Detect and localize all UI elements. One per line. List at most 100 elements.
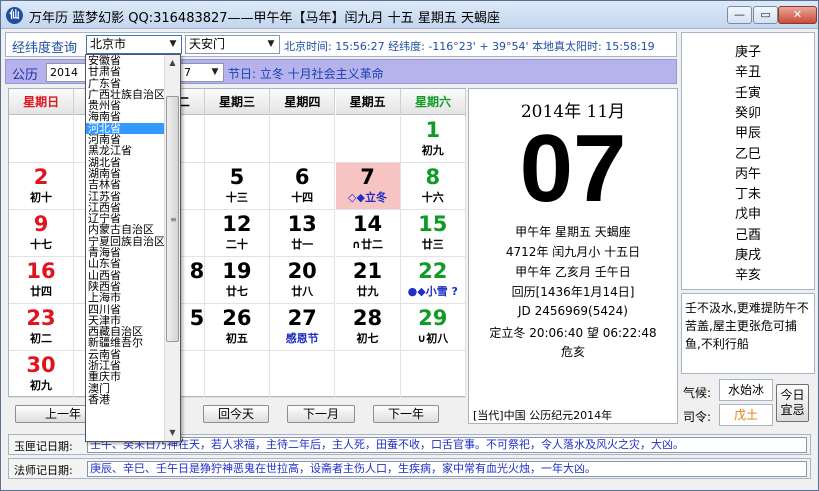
dropdown-option[interactable]: 云南省 bbox=[86, 349, 164, 360]
verse-box: 壬不汲水,更难提防午不苦盖,屋主更张危可捕鱼,不利行船 bbox=[681, 293, 815, 374]
title-bar[interactable]: 仙 万年历 蓝梦幻影 QQ:316483827——甲午年【马年】闰九月 十五 星… bbox=[1, 1, 818, 29]
day-number: 22 bbox=[418, 259, 448, 283]
lunar-day: 廿九 bbox=[356, 285, 379, 298]
dropdown-option[interactable]: 海南省 bbox=[86, 111, 164, 122]
day-cell-empty bbox=[400, 351, 466, 398]
day-number: 15 bbox=[418, 212, 448, 236]
district-select[interactable]: 天安门 ▼ bbox=[185, 35, 280, 54]
day-cell[interactable]: 26 初五 bbox=[204, 304, 270, 351]
day-cell[interactable]: 9 十七 bbox=[9, 210, 74, 257]
day-cell[interactable]: 19 廿七 bbox=[204, 257, 270, 304]
dropdown-option[interactable]: 湖北省 bbox=[86, 157, 164, 168]
grip-icon: ≡ bbox=[170, 215, 177, 224]
weekday-header: 星期六 bbox=[400, 89, 467, 115]
lunar-day: 初九 bbox=[30, 379, 52, 392]
info-solar-term: 定立冬 20:06:40 望 06:22:48 bbox=[489, 326, 657, 340]
dropdown-option[interactable]: 贵州省 bbox=[86, 100, 164, 111]
fashiji-row: 法师记日期: 庚辰、辛巳、壬午日是狰狞神恶鬼在世拉高，设斋者主伤人口，生疾病，家… bbox=[8, 458, 811, 479]
day-cell[interactable]: 12 二十 bbox=[204, 210, 270, 257]
day-cell[interactable]: 29 ∪初八 bbox=[400, 304, 466, 351]
lonlat-value: -116°23' + 39°54' bbox=[428, 40, 529, 53]
dropdown-option[interactable]: 安徽省 bbox=[86, 55, 164, 66]
dropdown-option[interactable]: 甘肃省 bbox=[86, 66, 164, 77]
day-cell[interactable]: 21 廿九 bbox=[335, 257, 401, 304]
day-cell[interactable]: 27 感恩节 bbox=[270, 304, 336, 351]
today-button[interactable]: 回今天 bbox=[203, 405, 269, 423]
day-cell[interactable]: 22 ●◆小雪 ? bbox=[400, 257, 466, 304]
dropdown-option[interactable]: 辽宁省 bbox=[86, 213, 164, 224]
dropdown-option[interactable]: 陕西省 bbox=[86, 281, 164, 292]
today-yiji-button[interactable]: 今日宜忌 bbox=[776, 384, 809, 422]
dropdown-option[interactable]: 黑龙江省 bbox=[86, 145, 164, 156]
dropdown-option[interactable]: 四川省 bbox=[86, 304, 164, 315]
dropdown-option[interactable]: 香港 bbox=[86, 394, 164, 405]
next-month-button[interactable]: 下一月 bbox=[287, 405, 355, 423]
day-number: 9 bbox=[33, 212, 49, 236]
window-title: 万年历 蓝梦幻影 QQ:316483827——甲午年【马年】闰九月 十五 星期五… bbox=[29, 11, 500, 26]
dropdown-option[interactable]: 山西省 bbox=[86, 270, 164, 281]
day-cell[interactable]: 13 廿一 bbox=[270, 210, 336, 257]
scroll-down-icon[interactable]: ▼ bbox=[165, 425, 180, 441]
day-cell[interactable]: 14 ∩廿二 bbox=[335, 210, 401, 257]
dropdown-option[interactable]: 江苏省 bbox=[86, 191, 164, 202]
app-icon: 仙 bbox=[6, 7, 23, 24]
lonlat-text-label: 经纬度: bbox=[388, 40, 425, 53]
day-cell[interactable]: 23 初二 bbox=[9, 304, 74, 351]
scroll-up-icon[interactable]: ▲ bbox=[165, 55, 180, 71]
dropdown-option[interactable]: 上海市 bbox=[86, 292, 164, 303]
day-cell[interactable]: 15 廿三 bbox=[400, 210, 466, 257]
minimize-button[interactable]: — bbox=[727, 6, 752, 24]
close-button[interactable]: ✕ bbox=[778, 6, 817, 24]
day-cell[interactable]: 5 十三 bbox=[204, 163, 270, 210]
info-ganzhi-day: 甲午年 乙亥月 壬午日 bbox=[515, 265, 631, 279]
month-select[interactable]: 7 ▼ bbox=[180, 63, 224, 82]
day-cell[interactable]: 2 初十 bbox=[9, 163, 74, 210]
year-input[interactable]: 2014 bbox=[46, 63, 86, 82]
day-number: 30 bbox=[26, 353, 56, 377]
solar-time-label: 本地真太阳时: bbox=[532, 40, 602, 53]
dropdown-option[interactable]: 内蒙古自治区 bbox=[86, 224, 164, 235]
yuxiaji-text[interactable]: 壬午、癸未日乃神在天，若人求福，主待二年后，主人死，田蚕不收，口舌官事。不可祭祀… bbox=[87, 437, 807, 453]
dropdown-option[interactable]: 浙江省 bbox=[86, 360, 164, 371]
fashiji-text[interactable]: 庚辰、辛巳、壬午日是狰狞神恶鬼在世拉高，设斋者主伤人口，生疾病，家中常有血光火烛… bbox=[87, 461, 807, 477]
day-cell[interactable]: 1 初九 bbox=[400, 116, 466, 163]
day-cell[interactable]: 20 廿八 bbox=[270, 257, 336, 304]
dropdown-option[interactable]: 湖南省 bbox=[86, 168, 164, 179]
day-cell[interactable]: 8 十六 bbox=[400, 163, 466, 210]
dropdown-scrollbar[interactable]: ▲ ≡ ▼ bbox=[164, 55, 180, 441]
next-year-button[interactable]: 下一年 bbox=[373, 405, 439, 423]
ganzhi-item: 戊申 bbox=[734, 207, 761, 223]
dropdown-option[interactable]: 青海省 bbox=[86, 247, 164, 258]
day-cell[interactable]: 16 廿四 bbox=[9, 257, 74, 304]
province-select[interactable]: 北京市 ▼ bbox=[86, 35, 182, 54]
dropdown-option-selected[interactable]: 河北省 bbox=[86, 122, 164, 135]
dropdown-option[interactable]: 澳门 bbox=[86, 383, 164, 394]
selected-date-panel: 2014年 11月 07 甲午年 星期五 天蝎座 4712年 闰九月小 十五日 … bbox=[468, 88, 678, 424]
day-cell[interactable]: 28 初七 bbox=[335, 304, 401, 351]
dropdown-option[interactable]: 西藏自治区 bbox=[86, 326, 164, 337]
day-cell[interactable]: 30 初九 bbox=[9, 351, 74, 398]
dropdown-option[interactable]: 河南省 bbox=[86, 134, 164, 145]
dropdown-option[interactable]: 吉林省 bbox=[86, 179, 164, 190]
dropdown-items: 安徽省 甘肃省 广东省 广西壮族自治区 贵州省 海南省 河北省 河南省 黑龙江省 湖北省 湖南省 吉林… bbox=[86, 55, 164, 405]
dropdown-option[interactable]: 广东省 bbox=[86, 78, 164, 89]
dropdown-option[interactable]: 重庆市 bbox=[86, 371, 164, 382]
dropdown-option[interactable]: 广西壮族自治区 bbox=[86, 89, 164, 100]
province-dropdown-list[interactable]: 安徽省 甘肃省 广东省 广西壮族自治区 贵州省 海南省 河北省 河南省 黑龙江省 湖北省 湖南省 吉林… bbox=[85, 54, 181, 442]
dropdown-option[interactable]: 江西省 bbox=[86, 202, 164, 213]
day-number: 19 bbox=[222, 259, 252, 283]
partial-day-number: 5 bbox=[189, 306, 205, 330]
scroll-thumb[interactable]: ≡ bbox=[166, 96, 179, 342]
maximize-button[interactable]: ▭ bbox=[753, 6, 778, 24]
dropdown-option[interactable]: 天津市 bbox=[86, 315, 164, 326]
day-cell-selected[interactable]: 7 ◇◆立冬 bbox=[335, 163, 401, 210]
beijing-time: 15:56:27 bbox=[335, 40, 385, 53]
dropdown-option[interactable]: 山东省 bbox=[86, 258, 164, 269]
day-number: 23 bbox=[26, 306, 56, 330]
weekday-header: 星期四 bbox=[270, 89, 336, 115]
lunar-day: 廿三 bbox=[421, 238, 444, 251]
day-cell-empty bbox=[335, 351, 401, 398]
day-cell[interactable]: 6 十四 bbox=[270, 163, 336, 210]
dropdown-option[interactable]: 宁夏回族自治区 bbox=[86, 236, 164, 247]
dropdown-option[interactable]: 新疆维吾尔 bbox=[86, 337, 164, 348]
